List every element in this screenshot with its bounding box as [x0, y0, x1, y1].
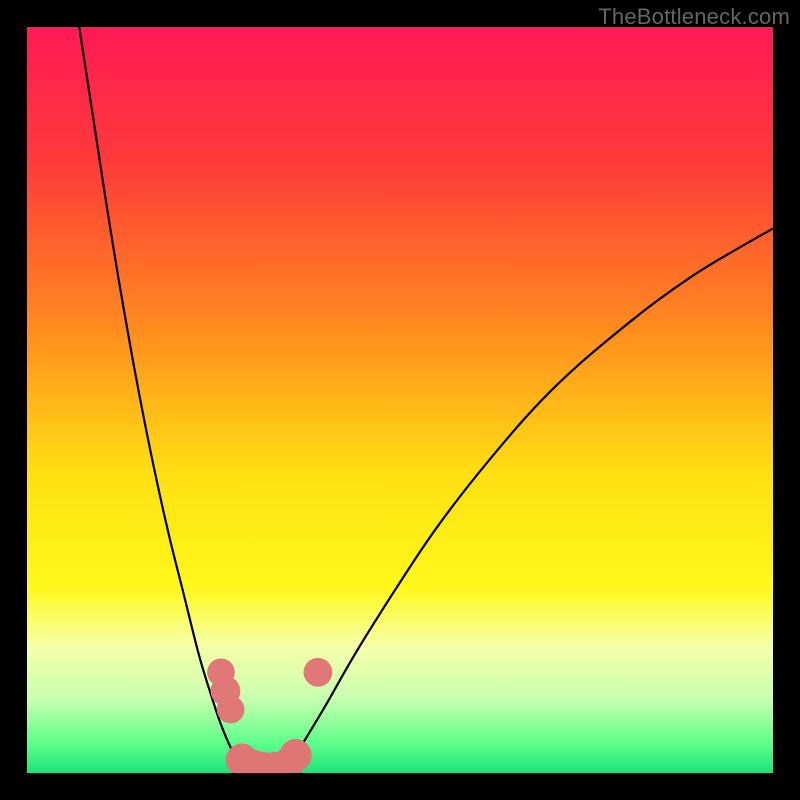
highlight-markers	[207, 658, 332, 773]
highlight-marker	[304, 658, 333, 687]
highlight-marker	[217, 696, 245, 724]
curve-right-branch	[288, 228, 773, 769]
plot-area	[27, 27, 773, 773]
highlight-marker	[279, 739, 311, 771]
chart-svg	[27, 27, 773, 773]
watermark-text: TheBottleneck.com	[598, 4, 790, 30]
curve-left-branch	[79, 27, 243, 769]
outer-frame: TheBottleneck.com	[0, 0, 800, 800]
